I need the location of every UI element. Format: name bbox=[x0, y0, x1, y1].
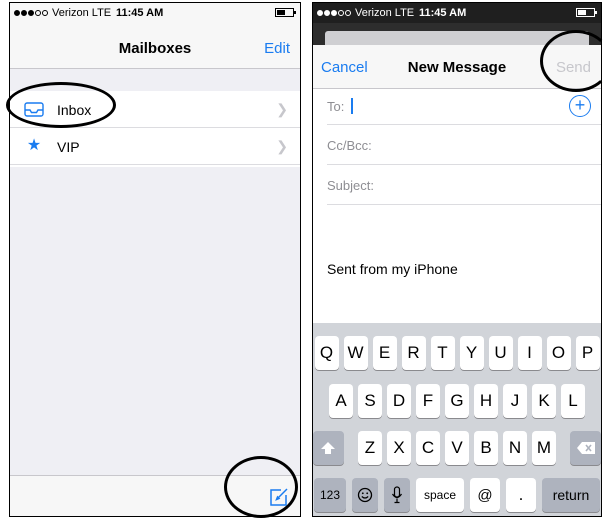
shift-key[interactable] bbox=[313, 431, 344, 465]
at-key[interactable]: @ bbox=[470, 478, 500, 512]
key[interactable]: Z bbox=[358, 431, 382, 465]
return-key[interactable]: return bbox=[542, 478, 600, 512]
dictation-key[interactable] bbox=[384, 478, 410, 512]
signal-strength-icon: Verizon LTE bbox=[14, 7, 111, 19]
key[interactable]: L bbox=[561, 384, 585, 418]
shift-arrow-icon bbox=[321, 442, 336, 454]
space-key[interactable]: space bbox=[416, 478, 464, 512]
key[interactable]: V bbox=[445, 431, 469, 465]
bottom-toolbar bbox=[10, 475, 300, 516]
compose-icon bbox=[270, 488, 288, 506]
cc-bcc-label: Cc/Bcc: bbox=[327, 138, 372, 153]
mailbox-list: Inbox ❯ ★ VIP ❯ bbox=[10, 91, 300, 165]
key[interactable]: U bbox=[488, 336, 513, 370]
key[interactable]: X bbox=[387, 431, 411, 465]
key[interactable]: K bbox=[532, 384, 556, 418]
key[interactable]: D bbox=[387, 384, 411, 418]
chevron-right-icon: ❯ bbox=[276, 138, 288, 154]
navigation-bar: Mailboxes Edit bbox=[10, 23, 300, 69]
key[interactable]: S bbox=[358, 384, 382, 418]
key[interactable]: E bbox=[372, 336, 397, 370]
carrier-name: Verizon LTE bbox=[355, 7, 415, 19]
status-time: 11:45 AM bbox=[116, 7, 164, 19]
keyboard-row-3: Z X C V B N M bbox=[313, 431, 601, 465]
section-spacer bbox=[10, 69, 300, 91]
to-label: To: bbox=[327, 99, 345, 114]
key[interactable]: J bbox=[503, 384, 527, 418]
edit-button[interactable]: Edit bbox=[264, 40, 290, 57]
backdrop-strip bbox=[313, 23, 601, 45]
key[interactable]: H bbox=[474, 384, 498, 418]
key[interactable]: N bbox=[503, 431, 527, 465]
key[interactable]: Y bbox=[459, 336, 484, 370]
numbers-key[interactable]: 123 bbox=[314, 478, 346, 512]
list-background bbox=[10, 167, 300, 477]
emoji-smiley-icon bbox=[357, 487, 373, 503]
text-cursor bbox=[351, 98, 353, 114]
delete-key[interactable] bbox=[570, 431, 601, 465]
battery-icon bbox=[576, 8, 597, 17]
star-icon: ★ bbox=[26, 137, 42, 154]
key[interactable]: B bbox=[474, 431, 498, 465]
signature-text: Sent from my iPhone bbox=[327, 261, 458, 277]
message-body[interactable]: Sent from my iPhone bbox=[313, 205, 601, 325]
subject-field[interactable]: Subject: bbox=[327, 165, 601, 205]
keyboard: Q W E R T Y U I O P A S D F G H J K L Z … bbox=[313, 323, 601, 516]
page-title: Mailboxes bbox=[118, 40, 192, 57]
keyboard-row-1: Q W E R T Y U I O P bbox=[313, 336, 601, 370]
compose-button[interactable] bbox=[268, 486, 290, 508]
status-bar: Verizon LTE 11:45 AM bbox=[313, 3, 601, 23]
cc-bcc-field[interactable]: Cc/Bcc: bbox=[327, 125, 601, 165]
status-bar: Verizon LTE 11:45 AM bbox=[10, 3, 300, 23]
key[interactable]: G bbox=[445, 384, 469, 418]
signal-strength-icon: Verizon LTE bbox=[317, 7, 414, 19]
mailbox-label: Inbox bbox=[57, 102, 92, 118]
key[interactable]: A bbox=[329, 384, 353, 418]
add-contact-button[interactable]: + bbox=[569, 95, 591, 117]
key[interactable]: R bbox=[401, 336, 426, 370]
period-key[interactable]: . bbox=[506, 478, 536, 512]
keyboard-row-4: 123 space @ . return bbox=[313, 478, 601, 512]
status-time: 11:45 AM bbox=[419, 7, 467, 19]
mailboxes-screen: Verizon LTE 11:45 AM Mailboxes Edit Inbo… bbox=[9, 2, 301, 517]
key[interactable]: O bbox=[546, 336, 571, 370]
emoji-key[interactable] bbox=[352, 478, 378, 512]
mailbox-label: VIP bbox=[57, 139, 80, 155]
key[interactable]: C bbox=[416, 431, 440, 465]
mailbox-row-inbox[interactable]: Inbox ❯ bbox=[10, 91, 300, 128]
carrier-name: Verizon LTE bbox=[52, 7, 112, 19]
send-button[interactable]: Send bbox=[556, 59, 591, 76]
new-message-screen: Verizon LTE 11:45 AM Cancel New Message … bbox=[312, 2, 602, 517]
key[interactable]: F bbox=[416, 384, 440, 418]
mailbox-row-vip[interactable]: ★ VIP ❯ bbox=[10, 128, 300, 165]
to-field[interactable]: To: + bbox=[327, 89, 601, 125]
key[interactable]: T bbox=[430, 336, 455, 370]
key[interactable]: Q bbox=[314, 336, 339, 370]
chevron-right-icon: ❯ bbox=[276, 101, 288, 117]
key[interactable]: W bbox=[343, 336, 368, 370]
key[interactable]: I bbox=[517, 336, 542, 370]
inbox-tray-icon bbox=[24, 101, 44, 117]
key[interactable]: M bbox=[532, 431, 556, 465]
microphone-icon bbox=[391, 486, 403, 504]
subject-label: Subject: bbox=[327, 178, 374, 193]
key[interactable]: P bbox=[575, 336, 600, 370]
backspace-icon bbox=[576, 442, 595, 454]
battery-icon bbox=[275, 8, 296, 17]
keyboard-row-2: A S D F G H J K L bbox=[313, 384, 601, 418]
compose-navigation-bar: Cancel New Message Send bbox=[313, 45, 601, 89]
